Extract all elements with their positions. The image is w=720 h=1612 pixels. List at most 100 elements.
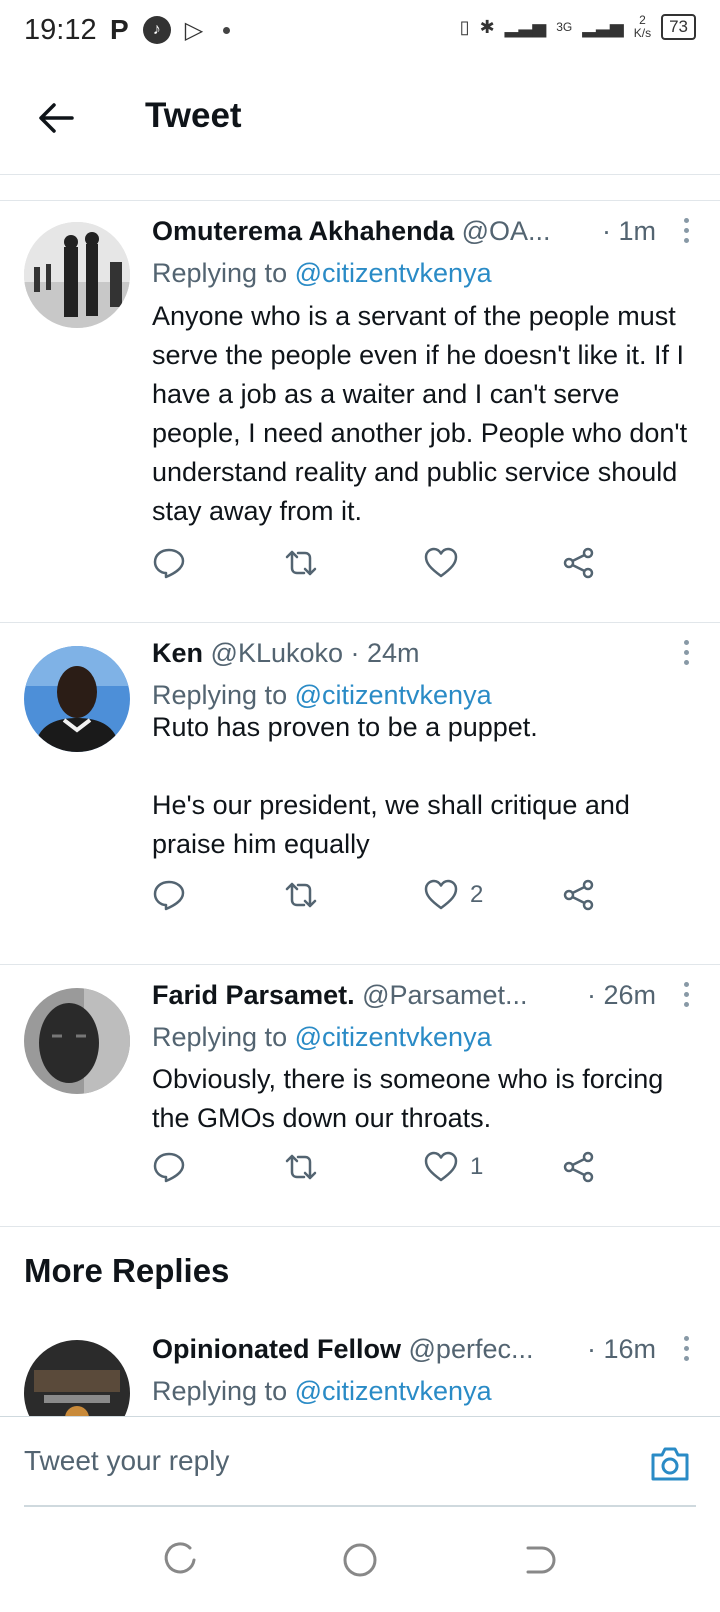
like-count: 2: [470, 881, 484, 908]
recent-apps-icon[interactable]: [160, 1540, 200, 1580]
tweet-author-handle: @KLukoko: [210, 638, 344, 668]
tweet-author-handle: @perfec...: [408, 1334, 534, 1364]
replying-to: Replying to @citizentvkenya: [152, 258, 492, 289]
more-options-icon[interactable]: [682, 1336, 690, 1366]
tweet-author-name[interactable]: Ken: [152, 638, 203, 668]
tweet-author-handle: @Parsamet...: [362, 980, 528, 1010]
more-options-icon[interactable]: [682, 982, 690, 1012]
share-icon: [563, 547, 594, 579]
reply-icon: [153, 1152, 185, 1183]
share-button[interactable]: [562, 546, 596, 580]
camera-icon[interactable]: [648, 1441, 692, 1485]
avatar[interactable]: [24, 988, 130, 1094]
speed-unit: K/s: [633, 26, 652, 40]
avatar-photo: [24, 1340, 130, 1416]
like-button[interactable]: 2: [424, 878, 483, 912]
signal-icon: ▂▃▅: [504, 16, 547, 37]
more-options-icon[interactable]: [682, 640, 690, 670]
tiktok-icon: ♪: [142, 16, 171, 44]
network-type: 3G: [556, 20, 573, 34]
like-button[interactable]: 1: [424, 1150, 483, 1184]
avatar-photo: [24, 646, 130, 752]
retweet-button[interactable]: [284, 878, 318, 912]
share-button[interactable]: [562, 878, 596, 912]
back-nav-icon[interactable]: [520, 1540, 560, 1580]
tweet-item[interactable]: Farid Parsamet. @Parsamet... · 26m Reply…: [0, 964, 720, 1226]
tweet-text: Ruto has proven to be a puppet. He's our…: [152, 712, 630, 859]
page-title: Tweet: [145, 96, 242, 135]
battery-indicator: 73: [661, 14, 696, 40]
parking-icon: P: [110, 14, 129, 45]
avatar-photo: [24, 222, 130, 328]
tweet-text: Obviously, there is someone who is forci…: [152, 1064, 671, 1133]
play-store-icon: ▷: [184, 16, 204, 44]
replying-to: Replying to @citizentvkenya: [152, 1376, 492, 1407]
reply-button[interactable]: [152, 1150, 186, 1184]
replying-to-label: Replying to: [152, 1376, 295, 1406]
replying-to-label: Replying to: [152, 258, 295, 288]
tweet-author-name[interactable]: Farid Parsamet.: [152, 980, 355, 1010]
bluetooth-icon: ✱: [479, 16, 495, 37]
heart-icon: [424, 879, 458, 910]
tweet-timestamp: · 24m: [350, 638, 420, 668]
retweet-icon: [285, 1154, 317, 1180]
retweet-icon: [285, 550, 317, 576]
replying-to-mention[interactable]: @citizentvkenya: [295, 1022, 492, 1052]
reply-icon: [153, 880, 185, 911]
heart-icon: [424, 547, 458, 578]
reply-button[interactable]: [152, 546, 186, 580]
like-count: 1: [470, 1153, 484, 1180]
reply-icon: [153, 548, 185, 579]
tweet-actions: 1: [152, 1150, 622, 1190]
status-bar: 19:12 P ♪ ▷ ▯ ✱ ▂▃▅ 3G ▂▃▅ 2 K/s 73: [0, 0, 720, 66]
vibrate-icon: ▯: [459, 16, 470, 37]
avatar[interactable]: [24, 646, 130, 752]
tweet-text: Anyone who is a servant of the people mu…: [152, 301, 695, 526]
network-speed: 2 K/s: [634, 14, 651, 40]
system-navigation-bar: [0, 1512, 720, 1612]
home-icon[interactable]: [340, 1540, 380, 1580]
tweet-author-handle: @OA...: [461, 216, 551, 246]
tweet-item[interactable]: Omuterema Akhahenda @OA... · 1m Replying…: [0, 200, 720, 622]
signal-2-icon: ▂▃▅: [582, 16, 624, 37]
replying-to-label: Replying to: [152, 1022, 295, 1052]
retweet-button[interactable]: [284, 1150, 318, 1184]
back-arrow-icon[interactable]: [34, 96, 78, 140]
tweet-timestamp: · 26m: [586, 980, 656, 1010]
share-button[interactable]: [562, 1150, 596, 1184]
avatar[interactable]: [24, 1340, 130, 1416]
share-icon: [563, 1151, 594, 1183]
notification-dot-icon: [223, 26, 231, 34]
tweet-author-name[interactable]: Omuterema Akhahenda: [152, 216, 454, 246]
replying-to: Replying to @citizentvkenya: [152, 1022, 492, 1053]
tweet-actions: [152, 546, 622, 586]
retweet-button[interactable]: [284, 546, 318, 580]
reply-button[interactable]: [152, 878, 186, 912]
avatar[interactable]: [24, 222, 130, 328]
tweet-author-name[interactable]: Opinionated Fellow: [152, 1334, 401, 1364]
replying-to-mention[interactable]: @citizentvkenya: [295, 1376, 492, 1406]
divider: [0, 1226, 720, 1227]
replying-to-label: Replying to: [152, 680, 295, 710]
replying-to-mention[interactable]: @citizentvkenya: [295, 258, 492, 288]
status-time: 19:12: [24, 14, 97, 46]
avatar-photo: [24, 988, 130, 1094]
tweet-item[interactable]: Ken @KLukoko · 24m Replying to @citizent…: [0, 622, 720, 964]
tweet-timestamp: · 16m: [586, 1334, 656, 1364]
tweet-item[interactable]: Opinionated Fellow @perfec... · 16m Repl…: [0, 1320, 720, 1416]
more-options-icon[interactable]: [682, 218, 690, 248]
reply-composer-bar: Tweet your reply: [0, 1416, 720, 1513]
reply-input-underline: [24, 1505, 696, 1507]
share-icon: [563, 879, 594, 911]
like-button[interactable]: [424, 546, 470, 580]
speed-value: 2: [639, 13, 646, 27]
replying-to: Replying to @citizentvkenya: [152, 680, 492, 711]
heart-icon: [424, 1151, 458, 1182]
retweet-icon: [285, 882, 317, 908]
tweet-actions: 2: [152, 878, 622, 918]
replying-to-mention[interactable]: @citizentvkenya: [295, 680, 492, 710]
top-app-bar: Tweet: [0, 66, 720, 175]
reply-input[interactable]: Tweet your reply: [24, 1445, 229, 1477]
tweet-timestamp: · 1m: [602, 216, 656, 246]
more-replies-heading: More Replies: [24, 1252, 230, 1289]
